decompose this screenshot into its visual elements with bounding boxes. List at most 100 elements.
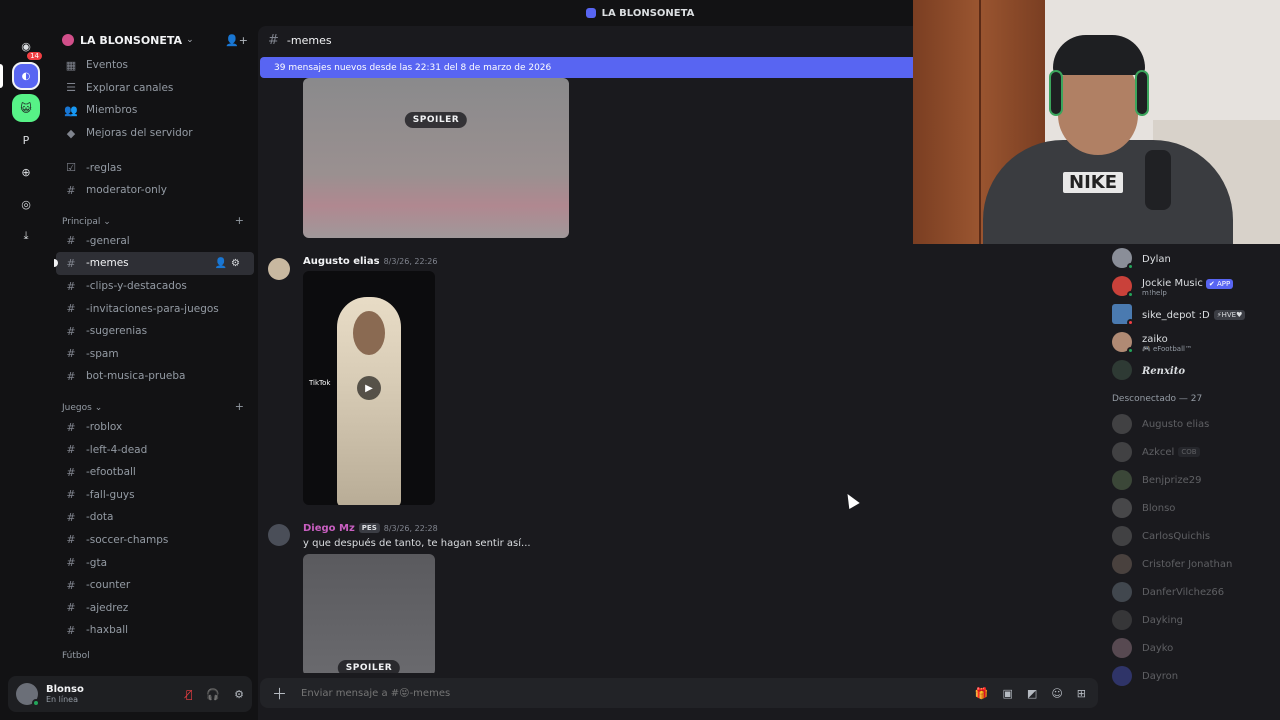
add-server-button[interactable]: ⊕: [12, 158, 40, 186]
message-composer: ＋ 🎁 ▣ ◩ ☺ ⊞: [260, 678, 1098, 708]
new-messages-banner[interactable]: 39 mensajes nuevos desde las 22:31 del 8…: [260, 57, 914, 78]
spoiler-attachment[interactable]: SPOILER: [303, 554, 435, 673]
active-server-pill: [0, 64, 3, 88]
spoiler-label: SPOILER: [337, 660, 401, 673]
channel-moderator-only[interactable]: # moderator-only: [52, 179, 258, 202]
nav-events[interactable]: ▦ Eventos: [52, 54, 258, 77]
channel-haxball[interactable]: # -haxball: [52, 619, 258, 642]
category-label: Juegos: [62, 402, 92, 413]
member-item[interactable]: Azkcel COB: [1104, 438, 1280, 466]
user-panel: Blonso En línea 🎙̸ 🎧 ⚙: [8, 676, 252, 712]
rules-icon: ☑: [66, 161, 76, 175]
nav-browse-channels[interactable]: ☰ Explorar canales: [52, 77, 258, 100]
channel-bot-musica[interactable]: # bot-musica-prueba: [52, 365, 258, 388]
add-channel-icon[interactable]: +: [235, 214, 244, 227]
hash-icon: #: [66, 279, 76, 293]
user-info[interactable]: Blonso En línea: [46, 684, 84, 704]
hash-icon: #: [66, 234, 76, 248]
invite-icon[interactable]: 👤: [215, 258, 231, 269]
channel-actions[interactable]: 👤⚙: [215, 258, 244, 269]
member-item[interactable]: Benjprize29: [1104, 466, 1280, 494]
gear-icon[interactable]: ⚙: [231, 258, 244, 269]
channel-left-4-dead[interactable]: # -left-4-dead: [52, 438, 258, 461]
channel-memes[interactable]: # -memes 👤⚙: [54, 252, 254, 275]
channel-spam[interactable]: # -spam: [52, 343, 258, 366]
member-item[interactable]: Cristofer Jonathan: [1104, 550, 1280, 578]
gif-icon[interactable]: ▣: [1003, 687, 1013, 700]
member-item[interactable]: DanferVilchez66: [1104, 578, 1280, 606]
member-item[interactable]: Dylan: [1104, 244, 1280, 272]
channel-roblox[interactable]: # -roblox: [52, 416, 258, 439]
channel-gta[interactable]: # -gta: [52, 551, 258, 574]
member-item[interactable]: Jockie Music ✔ APP m!help: [1104, 272, 1280, 300]
member-activity: m!help: [1142, 288, 1167, 297]
member-item[interactable]: Blonso: [1104, 494, 1280, 522]
author-avatar[interactable]: [268, 258, 290, 280]
gift-icon[interactable]: 🎁: [975, 687, 989, 700]
guild-tag-badge[interactable]: PES: [358, 523, 380, 533]
nav-members[interactable]: 👥 Miembros: [52, 99, 258, 122]
add-attachment-icon[interactable]: ＋: [272, 683, 287, 704]
plus-circle-icon: ⊕: [21, 165, 31, 179]
discover-button[interactable]: ◎: [12, 190, 40, 218]
headphones-icon[interactable]: 🎧: [206, 688, 220, 701]
invite-people-icon[interactable]: 👤+: [225, 34, 248, 47]
play-icon[interactable]: ▶: [357, 376, 381, 400]
channel-soccer-champs[interactable]: # -soccer-champs: [52, 529, 258, 552]
nav-server-boosts[interactable]: ◆ Mejoras del servidor: [52, 122, 258, 145]
channel-dota[interactable]: # -dota: [52, 506, 258, 529]
add-channel-icon[interactable]: +: [235, 400, 244, 413]
channel-counter[interactable]: # -counter: [52, 574, 258, 597]
server-cat[interactable]: 😺: [12, 94, 40, 122]
member-item[interactable]: Dayko: [1104, 634, 1280, 662]
user-avatar[interactable]: [16, 683, 40, 707]
channel-ajedrez[interactable]: # -ajedrez: [52, 596, 258, 619]
server-p[interactable]: P: [12, 126, 40, 154]
author-name[interactable]: Augusto elias: [303, 256, 380, 267]
user-controls: 🎙̸ 🎧 ⚙: [186, 688, 244, 701]
category-principal[interactable]: Principal ⌄ +: [52, 208, 258, 230]
member-item[interactable]: zaiko 🎮 eFootball™: [1104, 328, 1280, 356]
member-avatar: [1112, 442, 1132, 462]
member-item[interactable]: Renxito: [1104, 356, 1280, 384]
mic-muted-icon[interactable]: 🎙̸: [186, 688, 193, 701]
member-item[interactable]: Dayron: [1104, 662, 1280, 690]
message-input[interactable]: [301, 687, 975, 699]
server-header[interactable]: LA BLONSONETA ⌄ 👤+: [52, 26, 258, 54]
channel-title: -memes: [286, 33, 332, 47]
channel-efootball[interactable]: # -efootball: [52, 461, 258, 484]
category-juegos[interactable]: Juegos ⌄ +: [52, 394, 258, 416]
server-blonsoneta[interactable]: ◐: [12, 62, 40, 90]
channel-label: -clips-y-destacados: [86, 280, 187, 293]
nav-label: Mejoras del servidor: [86, 127, 193, 140]
video-attachment[interactable]: TikTok ▶: [303, 271, 435, 505]
channel-clips[interactable]: # -clips-y-destacados: [52, 275, 258, 298]
apps-icon[interactable]: ⊞: [1077, 687, 1086, 700]
member-item[interactable]: Augusto elias: [1104, 410, 1280, 438]
channel-fall-guys[interactable]: # -fall-guys: [52, 484, 258, 507]
sticker-icon[interactable]: ◩: [1027, 687, 1037, 700]
author-avatar[interactable]: [268, 524, 290, 546]
direct-messages-button[interactable]: ◉ 14: [12, 32, 44, 62]
member-item[interactable]: CarlosQuichis: [1104, 522, 1280, 550]
author-name[interactable]: Diego Mz: [303, 523, 355, 534]
spoiler-attachment[interactable]: SPOILER: [303, 78, 569, 238]
channel-sugerenias[interactable]: # -sugerenias: [52, 320, 258, 343]
selected-indicator: [54, 259, 58, 268]
member-avatar: [1112, 248, 1134, 270]
channel-reglas[interactable]: ☑ -reglas: [52, 156, 258, 179]
hash-icon: #: [66, 465, 76, 479]
hash-icon: #: [66, 601, 76, 615]
channel-invitaciones[interactable]: # -invitaciones-para-juegos: [52, 297, 258, 320]
emoji-icon[interactable]: ☺: [1051, 687, 1062, 700]
channel-general[interactable]: # -general: [52, 230, 258, 253]
member-item[interactable]: Dayking: [1104, 606, 1280, 634]
member-item[interactable]: sike_depot :D ⚡HVE♥: [1104, 300, 1280, 328]
gear-icon[interactable]: ⚙: [234, 688, 244, 701]
channel-label: -invitaciones-para-juegos: [86, 302, 219, 315]
download-button[interactable]: ⤓: [12, 222, 40, 250]
member-name: sike_depot :D: [1142, 309, 1210, 321]
shirt-logo: NIKE: [1063, 172, 1124, 193]
member-activity: 🎮 eFootball™: [1142, 344, 1192, 353]
category-futbol[interactable]: Fútbol: [52, 642, 258, 664]
